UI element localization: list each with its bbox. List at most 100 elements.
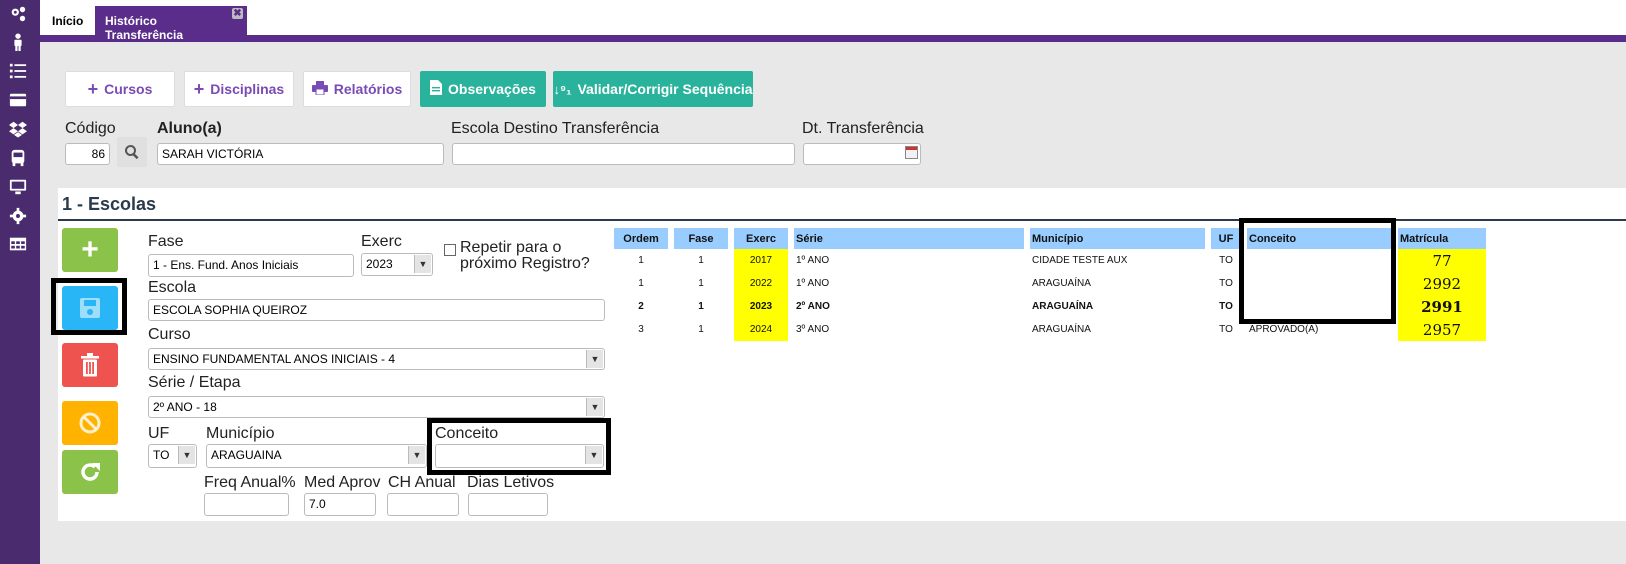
cell-matricula: 2991 (1398, 295, 1486, 318)
cell-matricula: 2992 (1398, 272, 1486, 295)
printer-icon (311, 80, 328, 98)
delete-button[interactable] (62, 343, 118, 387)
chevron-down-icon: ▼ (414, 255, 431, 273)
cancel-button[interactable] (62, 401, 118, 445)
close-icon[interactable]: ✖ (232, 8, 243, 19)
serie-value: 2º ANO - 18 (153, 400, 217, 414)
cell-ordem: 3 (638, 324, 644, 335)
conceito-highlight (427, 418, 611, 475)
cell-matricula: 77 (1398, 249, 1486, 272)
col-exerc[interactable]: Exerc (734, 228, 788, 249)
uf-value: TO (153, 448, 170, 462)
tab-underline (40, 35, 1626, 42)
monitor-icon[interactable] (8, 177, 28, 197)
cell-serie: 3º ANO (796, 324, 830, 335)
fase-input[interactable]: 1 - Ens. Fund. Anos Iniciais (148, 254, 354, 277)
cursos-label: Cursos (104, 81, 153, 97)
uf-label: UF (148, 425, 170, 442)
cell-municipio: ARAGUAÍNA (1032, 278, 1091, 289)
relatorios-button[interactable]: Relatórios (303, 71, 411, 107)
calendar-icon[interactable] (905, 146, 918, 159)
sort-numeric-icon: ↓⁹₁ (553, 81, 572, 97)
ch-anual-label: CH Anual (388, 474, 456, 491)
codigo-input[interactable]: 86 (65, 143, 110, 165)
observacoes-button[interactable]: Observações (420, 71, 546, 107)
serie-label: Série / Etapa (148, 374, 241, 391)
uf-select[interactable]: TO ▼ (148, 444, 197, 468)
trash-icon (81, 353, 99, 377)
save-button-highlight (51, 278, 127, 335)
cell-serie: 2º ANO (796, 301, 830, 312)
chevron-down-icon: ▼ (408, 446, 425, 464)
tab-historico-transferencia[interactable]: Histórico Transferência ✖ (95, 6, 247, 42)
list-icon[interactable] (8, 61, 28, 81)
curso-select[interactable]: ENSINO FUNDAMENTAL ANOS INICIAIS - 4 ▼ (148, 348, 605, 370)
dias-letivos-input[interactable] (468, 493, 548, 516)
cell-uf: TO (1219, 255, 1233, 266)
disciplinas-label: Disciplinas (210, 81, 285, 97)
cog-icon[interactable] (8, 206, 28, 226)
plus-icon: + (193, 78, 205, 99)
dropbox-icon[interactable] (8, 119, 28, 139)
col-uf[interactable]: UF (1211, 228, 1241, 249)
cell-ordem: 1 (638, 278, 644, 289)
municipio-select[interactable]: ARAGUAINA ▼ (206, 444, 427, 468)
exerc-value: 2023 (366, 257, 393, 271)
section-title: 1 - Escolas (62, 194, 157, 214)
chevron-down-icon: ▼ (586, 398, 603, 416)
chevron-down-icon: ▼ (178, 446, 195, 464)
cell-fase: 1 (698, 301, 704, 312)
disciplinas-button[interactable]: + Disciplinas (184, 71, 294, 107)
cell-exerc: 2022 (734, 272, 788, 295)
cell-serie: 1º ANO (796, 278, 830, 289)
cell-uf: TO (1219, 278, 1233, 289)
cursos-button[interactable]: + Cursos (65, 71, 175, 107)
med-aprov-label: Med Aprov (304, 474, 381, 491)
search-icon (125, 145, 139, 160)
validar-label: Validar/Corrigir Sequência (577, 81, 753, 97)
dt-transferencia-input[interactable] (803, 143, 921, 165)
tab-label: Histórico Transferência (105, 14, 184, 42)
conceito-column-highlight (1239, 218, 1396, 324)
repetir-label: Repetir para o próximo Registro? (460, 240, 590, 272)
cell-exerc: 2023 (734, 295, 788, 318)
validar-button[interactable]: ↓⁹₁ Validar/Corrigir Sequência (553, 71, 753, 107)
escola-destino-input[interactable] (452, 143, 795, 165)
cell-fase: 1 (698, 324, 704, 335)
card-icon[interactable] (8, 90, 28, 110)
municipio-label: Município (206, 425, 275, 442)
dt-transferencia-label: Dt. Transferência (802, 120, 924, 137)
cell-ordem: 1 (638, 255, 644, 266)
col-ordem[interactable]: Ordem (614, 228, 668, 249)
col-municipio[interactable]: Município (1030, 228, 1205, 249)
search-button[interactable] (117, 137, 147, 167)
repetir-checkbox[interactable] (444, 244, 456, 256)
exerc-select[interactable]: 2023 ▼ (361, 253, 433, 276)
col-fase[interactable]: Fase (674, 228, 728, 249)
refresh-button[interactable] (62, 450, 118, 494)
freq-label: Freq Anual% (204, 474, 296, 491)
med-aprov-input[interactable]: 7.0 (304, 493, 376, 516)
gears-icon[interactable] (8, 4, 28, 24)
escola-label: Escola (148, 279, 197, 296)
relatorios-label: Relatórios (333, 81, 403, 97)
aluno-label: Aluno(a) (157, 120, 222, 137)
serie-select[interactable]: 2º ANO - 18 ▼ (148, 396, 605, 418)
aluno-input[interactable]: SARAH VICTÓRIA (157, 143, 444, 165)
person-icon[interactable] (8, 32, 28, 52)
table-icon[interactable] (8, 234, 28, 254)
observacoes-label: Observações (448, 81, 536, 97)
tab-inicio[interactable]: Início (42, 6, 94, 35)
ch-anual-input[interactable] (387, 493, 459, 516)
repetir-label-line2: próximo Registro? (460, 255, 590, 272)
cell-ordem: 2 (638, 301, 644, 312)
add-button[interactable]: + (62, 228, 118, 272)
curso-value: ENSINO FUNDAMENTAL ANOS INICIAIS - 4 (153, 352, 396, 366)
bus-icon[interactable] (8, 148, 28, 168)
cell-uf: TO (1219, 301, 1233, 312)
col-matricula[interactable]: Matrícula (1398, 228, 1486, 249)
escola-input[interactable]: ESCOLA SOPHIA QUEIROZ (148, 299, 605, 321)
col-serie[interactable]: Série (794, 228, 1024, 249)
freq-input[interactable] (204, 493, 289, 516)
sidebar (0, 0, 40, 564)
